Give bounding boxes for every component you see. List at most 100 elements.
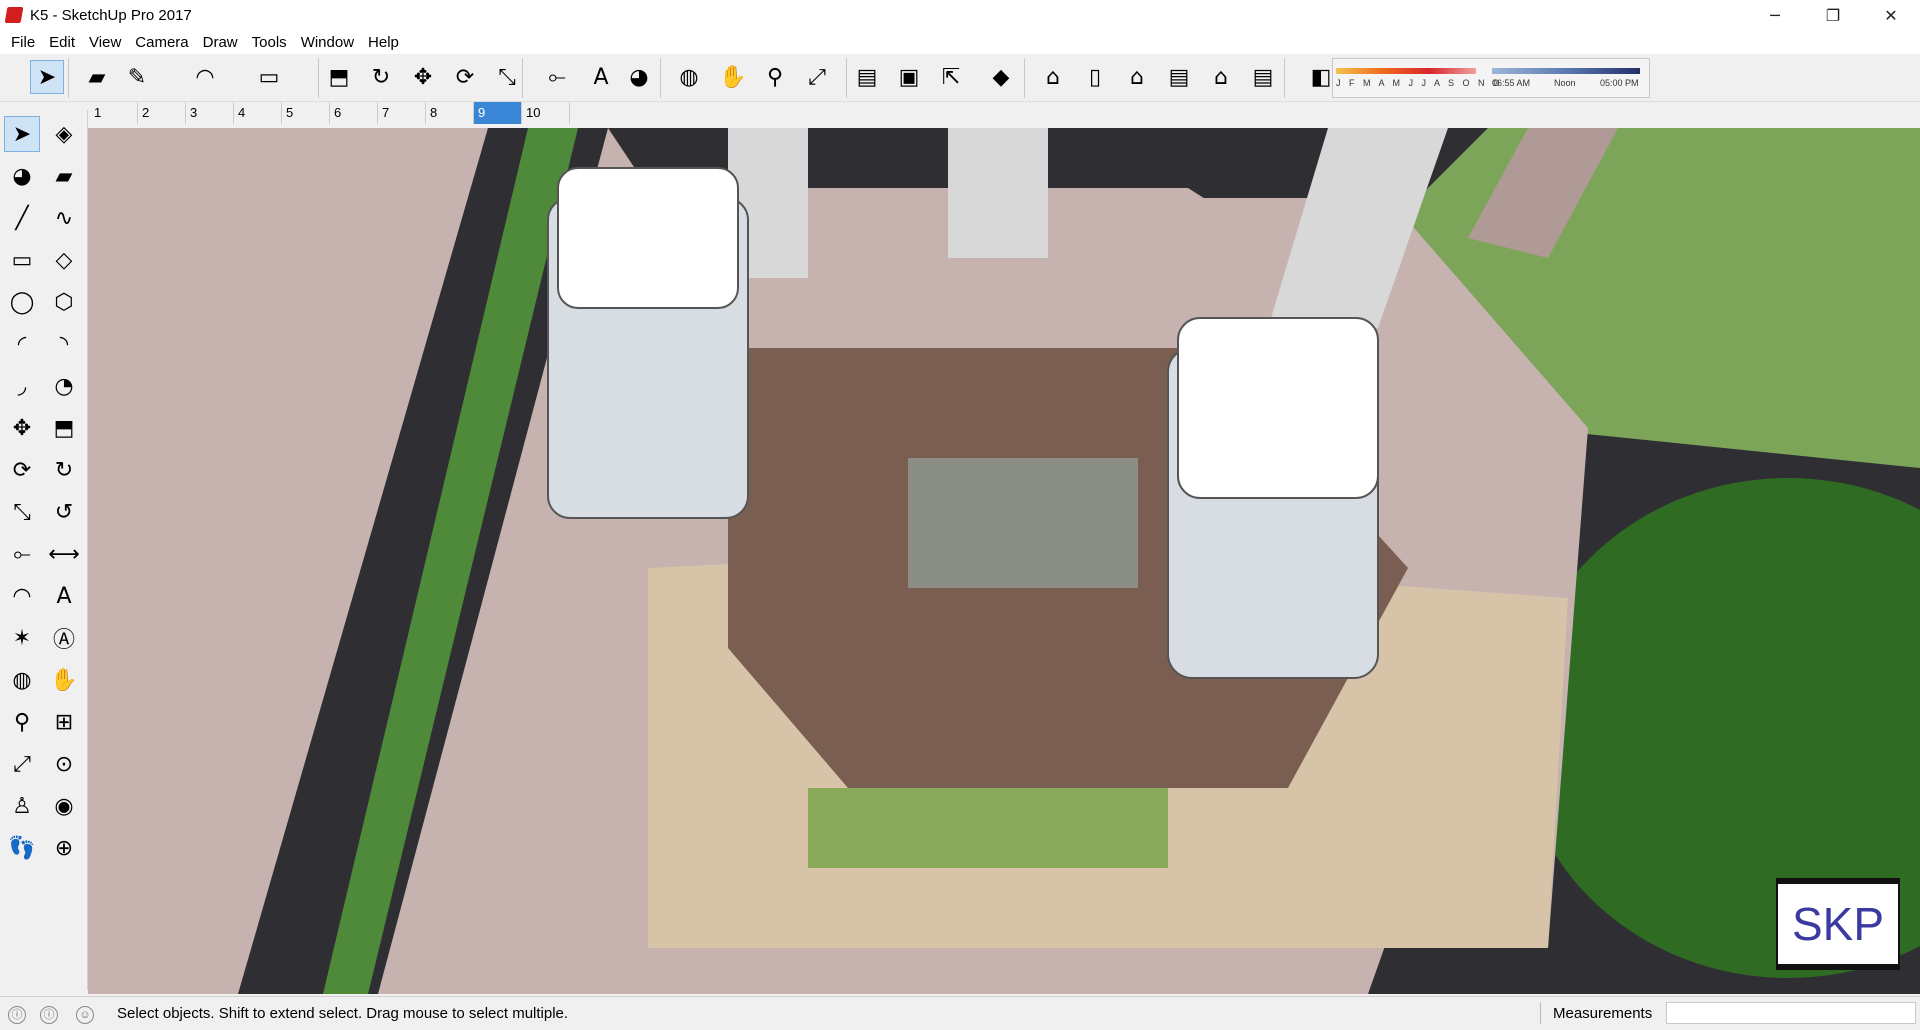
text-icon[interactable]: A (46, 578, 82, 614)
protractor-icon[interactable]: ◠ (4, 578, 40, 614)
follow-me-icon[interactable]: ↻ (46, 452, 82, 488)
back-view-icon[interactable]: ⌂ (1204, 60, 1238, 94)
menu-draw[interactable]: Draw (196, 34, 245, 51)
walk-icon[interactable]: 👣 (4, 830, 40, 866)
iso-view-icon[interactable]: ⌂ (1036, 60, 1070, 94)
arc-icon[interactable]: ◜ (4, 326, 40, 362)
toolbar-separator (522, 58, 523, 98)
scene-tab-10[interactable]: 10 (522, 102, 570, 124)
maximize-button[interactable]: ❐ (1804, 0, 1862, 30)
toolbar-separator (660, 58, 661, 98)
status-divider (1540, 1002, 1541, 1024)
top-view-icon[interactable]: ▯ (1078, 60, 1112, 94)
move-icon[interactable]: ✥ (4, 410, 40, 446)
follow-me-icon[interactable]: ↻ (364, 60, 398, 94)
eraser-icon[interactable]: ▰ (46, 158, 82, 194)
orbit-icon[interactable]: ◍ (4, 662, 40, 698)
select-icon[interactable]: ➤ (30, 60, 64, 94)
title-bar: K5 - SketchUp Pro 2017 ─ ❐ ✕ (0, 0, 1920, 30)
warehouse-icon[interactable]: ▤ (850, 60, 884, 94)
offset-icon[interactable]: ↺ (46, 494, 82, 530)
push-pull-icon[interactable]: ⬒ (46, 410, 82, 446)
rotated-rectangle-icon[interactable]: ◇ (46, 242, 82, 278)
scene-tab-9[interactable]: 9 (474, 102, 522, 124)
month-slider[interactable] (1336, 68, 1476, 74)
user-icon[interactable]: ☺ (76, 1006, 94, 1024)
pencil-icon[interactable]: ✎ (120, 60, 154, 94)
toolbar-separator (318, 58, 319, 98)
scale-icon[interactable]: ⤡ (4, 494, 40, 530)
scale-icon[interactable]: ⤡ (490, 60, 524, 94)
geolocation-icon[interactable]: ⓘ (8, 1006, 26, 1024)
zoom-window-icon[interactable]: ⊞ (46, 704, 82, 740)
share-model-icon[interactable]: ▣ (892, 60, 926, 94)
rotate-icon[interactable]: ⟳ (448, 60, 482, 94)
scene-tab-6[interactable]: 6 (330, 102, 378, 124)
circle-icon[interactable]: ◯ (4, 284, 40, 320)
measurements-input[interactable] (1666, 1002, 1916, 1024)
orbit-icon[interactable]: ◍ (672, 60, 706, 94)
zoom-icon[interactable]: ⚲ (758, 60, 792, 94)
credits-icon[interactable]: ⓘ (40, 1006, 58, 1024)
extension-icon[interactable]: ⇱ (934, 60, 968, 94)
menu-file[interactable]: File (4, 34, 42, 51)
scene-tab-2[interactable]: 2 (138, 102, 186, 124)
three-point-arc-icon[interactable]: ◞ (4, 368, 40, 404)
skp-watermark: SKP (1776, 878, 1900, 970)
ruby-icon[interactable]: ◆ (984, 60, 1018, 94)
menu-tools[interactable]: Tools (245, 34, 294, 51)
zoom-extents-icon[interactable]: ⤢ (4, 746, 40, 782)
pan-icon[interactable]: ✋ (46, 662, 82, 698)
look-around-icon[interactable]: ◉ (46, 788, 82, 824)
menu-camera[interactable]: Camera (128, 34, 195, 51)
tape-measure-icon[interactable]: ⟜ (4, 536, 40, 572)
paint-bucket-icon[interactable]: ◕ (622, 60, 656, 94)
rectangle-icon[interactable]: ▭ (4, 242, 40, 278)
3d-text-icon[interactable]: Ⓐ (46, 620, 82, 656)
right-view-icon[interactable]: ▤ (1162, 60, 1196, 94)
freehand-icon[interactable]: ∿ (46, 200, 82, 236)
model-viewport[interactable]: SKP (88, 128, 1920, 994)
section-plane-icon[interactable]: ⊕ (46, 830, 82, 866)
model-render (88, 128, 1920, 994)
scene-tab-3[interactable]: 3 (186, 102, 234, 124)
zoom-icon[interactable]: ⚲ (4, 704, 40, 740)
left-view-icon[interactable]: ▤ (1246, 60, 1280, 94)
select-icon[interactable]: ➤ (4, 116, 40, 152)
polygon-icon[interactable]: ⬡ (46, 284, 82, 320)
pie-icon[interactable]: ◔ (46, 368, 82, 404)
make-component-icon[interactable]: ◈ (46, 116, 82, 152)
scene-tab-1[interactable]: 1 (90, 102, 138, 124)
time-slider[interactable] (1492, 68, 1640, 74)
menu-edit[interactable]: Edit (42, 34, 82, 51)
two-point-arc-icon[interactable]: ◝ (46, 326, 82, 362)
minimize-button[interactable]: ─ (1746, 0, 1804, 30)
scene-tab-8[interactable]: 8 (426, 102, 474, 124)
time-start-label: 06:55 AM (1492, 78, 1531, 88)
previous-icon[interactable]: ⊙ (46, 746, 82, 782)
scene-tab-5[interactable]: 5 (282, 102, 330, 124)
freehand-arc-icon[interactable]: ◠ (188, 60, 222, 94)
menu-window[interactable]: Window (294, 34, 361, 51)
eraser-icon[interactable]: ▰ (80, 60, 114, 94)
scene-tab-4[interactable]: 4 (234, 102, 282, 124)
menu-view[interactable]: View (82, 34, 128, 51)
zoom-extents-icon[interactable]: ⤢ (800, 60, 834, 94)
paint-bucket-icon[interactable]: ◕ (4, 158, 40, 194)
text-icon[interactable]: A (584, 60, 618, 94)
tape-measure-icon[interactable]: ⟜ (540, 60, 574, 94)
front-view-icon[interactable]: ⌂ (1120, 60, 1154, 94)
push-pull-icon[interactable]: ⬒ (322, 60, 356, 94)
move-icon[interactable]: ✥ (406, 60, 440, 94)
rectangle-icon[interactable]: ▭ (252, 60, 286, 94)
position-camera-icon[interactable]: ♙ (4, 788, 40, 824)
toolbar-separator (1024, 58, 1025, 98)
axes-icon[interactable]: ✶ (4, 620, 40, 656)
scene-tab-7[interactable]: 7 (378, 102, 426, 124)
line-icon[interactable]: ╱ (4, 200, 40, 236)
close-button[interactable]: ✕ (1862, 0, 1920, 30)
dimension-icon[interactable]: ⟷ (46, 536, 82, 572)
rotate-icon[interactable]: ⟳ (4, 452, 40, 488)
menu-help[interactable]: Help (361, 34, 406, 51)
pan-icon[interactable]: ✋ (716, 60, 750, 94)
